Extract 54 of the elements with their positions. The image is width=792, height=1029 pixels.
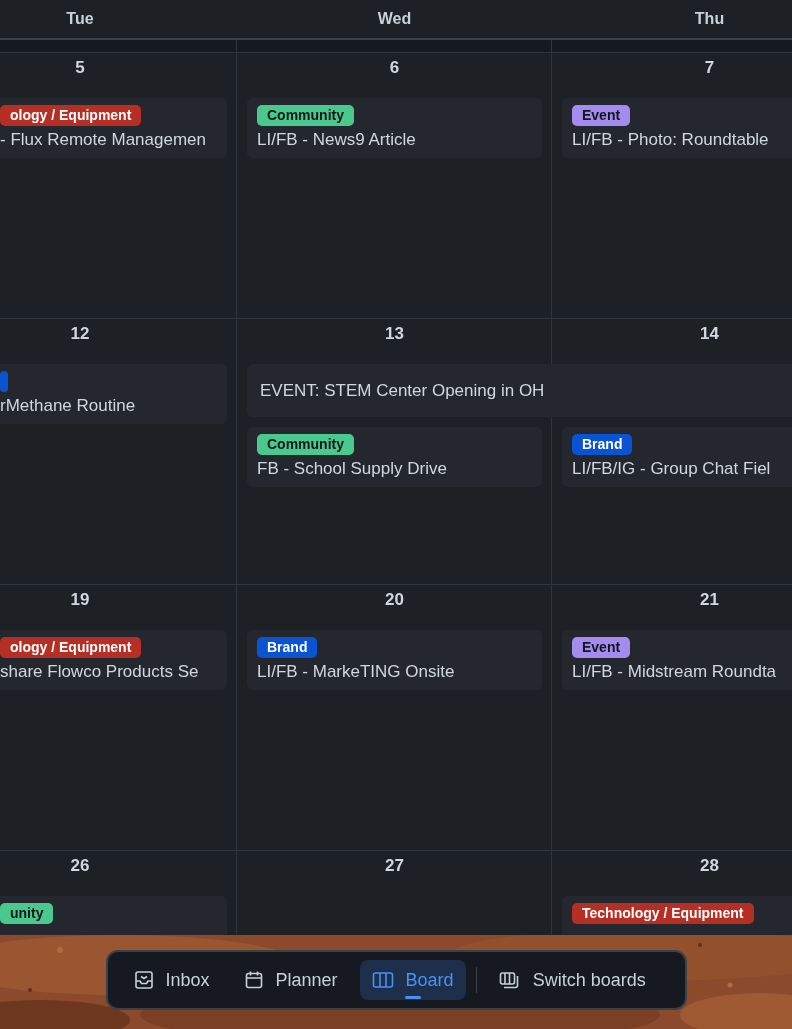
event-card[interactable]: Event LI/FB - Photo: Roundtable	[562, 98, 792, 158]
day-number: 27	[385, 856, 404, 877]
day-number: 20	[385, 590, 404, 611]
event-card[interactable]: Event LI/FB - Midstream Roundta	[562, 630, 792, 690]
day-number: 6	[389, 58, 400, 79]
event-title: LI/FB - Photo: Roundtable	[572, 129, 769, 151]
day-number: 5	[75, 58, 85, 79]
event-title: LI/FB - News9 Article	[257, 129, 416, 151]
event-title: FB - School Supply Drive	[257, 458, 447, 480]
day-number: 13	[385, 324, 404, 345]
event-card[interactable]: Community LI/FB - News9 Article	[247, 98, 542, 158]
inbox-icon	[133, 970, 154, 990]
category-tag: ology / Equipment	[0, 105, 142, 126]
day-number: 12	[70, 324, 90, 345]
event-title: - Flux Remote Managemen	[0, 129, 206, 151]
view-tab[interactable]: Board	[359, 960, 466, 1000]
weekday-label: Thu	[694, 10, 725, 28]
day-number: 19	[70, 590, 90, 611]
event-card[interactable]: ology / Equipment share Flowco Products Se	[0, 630, 227, 690]
event-title: rMethane Routine	[0, 395, 136, 417]
event-title: LI/FB - Midstream Roundta	[572, 661, 777, 683]
event-title: LI/FB/IG - Group Chat Fiel	[572, 458, 771, 480]
weekday-label: Tue	[66, 10, 94, 28]
event-card[interactable]: rMethane Routine	[0, 364, 227, 424]
switch-boards-button[interactable]: Switch boards	[486, 960, 658, 1000]
day-number: 26	[70, 856, 90, 877]
day-number: 7	[704, 58, 715, 79]
view-tab[interactable]: Inbox	[121, 960, 222, 1000]
category-tag: Community	[257, 434, 354, 455]
calendar-icon	[243, 970, 264, 990]
event-card[interactable]: EVENT: STEM Center Opening in OH	[247, 364, 792, 417]
day-number: 14	[700, 324, 719, 345]
day-number: 28	[700, 856, 719, 877]
event-card[interactable]: ology / Equipment - Flux Remote Managemen	[0, 98, 227, 158]
event-card[interactable]: Community FB - School Supply Drive	[247, 427, 542, 487]
category-tag: Brand	[257, 637, 318, 658]
view-tab[interactable]: Planner	[231, 960, 350, 1000]
event-card[interactable]: Brand LI/FB - MarkeTING Onsite	[247, 630, 542, 690]
event-title: LI/FB - MarkeTING Onsite	[257, 661, 455, 683]
category-tag: Event	[572, 105, 631, 126]
category-tag: ology / Equipment	[0, 637, 142, 658]
category-tag: Community	[257, 105, 354, 126]
day-number: 21	[700, 590, 719, 611]
category-tag: Brand	[572, 434, 633, 455]
columns-icon	[371, 970, 394, 990]
category-tag: Event	[572, 637, 631, 658]
event-title: share Flowco Products Se	[0, 661, 199, 683]
boards-icon	[498, 970, 521, 990]
weekday-label: Wed	[377, 10, 412, 28]
event-card[interactable]: Technology / Equipment	[562, 896, 792, 935]
event-card[interactable]: unity	[0, 896, 227, 935]
category-tag: Technology / Equipment	[572, 903, 754, 924]
event-card[interactable]: Brand LI/FB/IG - Group Chat Fiel	[562, 427, 792, 487]
category-tag: unity	[0, 903, 54, 924]
